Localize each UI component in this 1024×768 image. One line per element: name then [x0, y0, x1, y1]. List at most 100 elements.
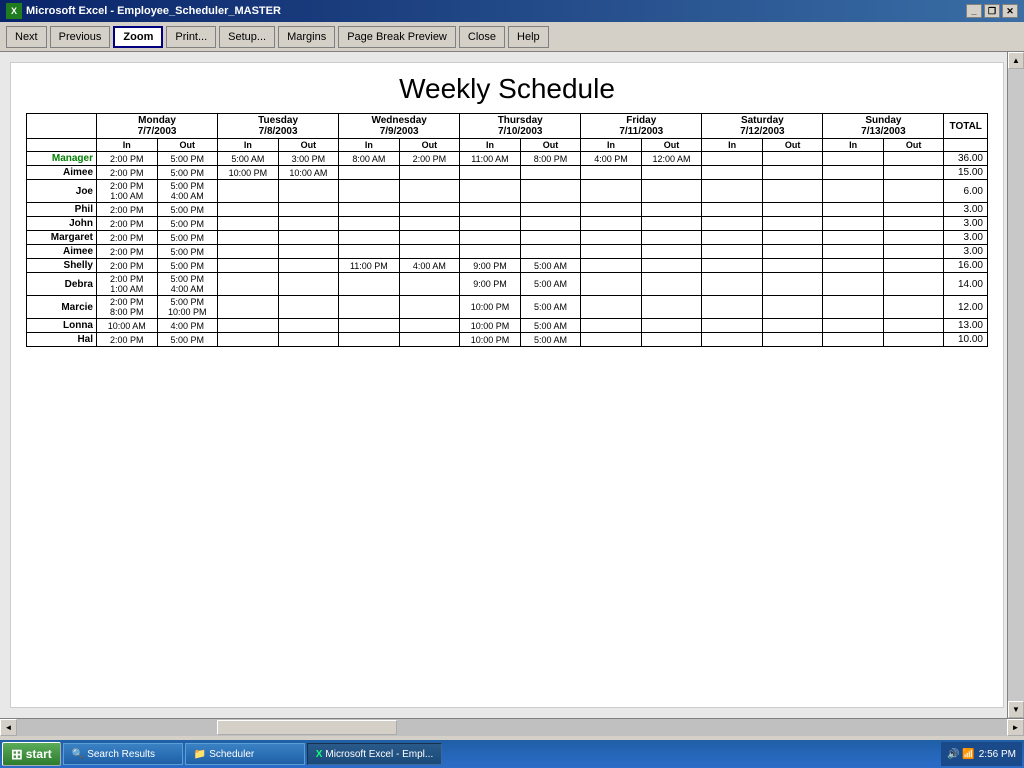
tue-out-header: Out — [278, 139, 339, 152]
schedule-out-cell — [883, 152, 944, 166]
schedule-in-cell — [702, 217, 763, 231]
schedule-in-cell — [218, 319, 279, 333]
scroll-down-button[interactable]: ▼ — [1008, 701, 1024, 718]
scroll-left-button[interactable]: ◄ — [0, 719, 17, 736]
schedule-in-cell — [823, 180, 884, 203]
schedule-out-cell — [641, 231, 702, 245]
schedule-title: Weekly Schedule — [26, 73, 988, 105]
employee-name: Marcie — [27, 296, 97, 319]
system-tray: 🔊 📶 2:56 PM — [941, 742, 1022, 766]
title-bar: X Microsoft Excel - Employee_Scheduler_M… — [0, 0, 1024, 22]
previous-button[interactable]: Previous — [50, 26, 111, 48]
print-button[interactable]: Print... — [166, 26, 216, 48]
excel-task[interactable]: X Microsoft Excel - Empl... — [307, 743, 442, 765]
scroll-track[interactable] — [1008, 69, 1024, 701]
schedule-in-cell — [581, 333, 642, 347]
schedule-out-cell — [278, 273, 339, 296]
schedule-in-cell — [218, 231, 279, 245]
help-button[interactable]: Help — [508, 26, 549, 48]
schedule-in-cell: 10:00 PM — [460, 333, 521, 347]
schedule-out-cell: 5:00 PM4:00 AM — [157, 180, 218, 203]
schedule-in-cell — [218, 203, 279, 217]
scheduler-task[interactable]: 📁 Scheduler — [185, 743, 305, 765]
total-cell: 15.00 — [944, 166, 988, 180]
schedule-out-cell: 3:00 PM — [278, 152, 339, 166]
schedule-out-cell — [883, 245, 944, 259]
schedule-in-cell — [339, 273, 400, 296]
schedule-out-cell — [278, 259, 339, 273]
scroll-up-button[interactable]: ▲ — [1008, 52, 1024, 69]
schedule-out-cell — [399, 180, 460, 203]
schedule-out-cell — [883, 333, 944, 347]
h-scroll-thumb[interactable] — [217, 720, 397, 735]
schedule-in-cell — [702, 231, 763, 245]
close-preview-button[interactable]: Close — [459, 26, 505, 48]
schedule-in-cell: 4:00 PM — [581, 152, 642, 166]
minimize-button[interactable]: _ — [966, 4, 982, 18]
schedule-out-cell — [762, 245, 823, 259]
total-cell: 3.00 — [944, 217, 988, 231]
schedule-in-cell: 10:00 PM — [218, 166, 279, 180]
schedule-in-cell: 2:00 PM1:00 AM — [97, 273, 158, 296]
window-close-button[interactable]: ✕ — [1002, 4, 1018, 18]
schedule-in-cell — [339, 166, 400, 180]
schedule-out-cell: 4:00 AM — [399, 259, 460, 273]
search-results-task[interactable]: 🔍 Search Results — [63, 743, 183, 765]
schedule-out-cell — [762, 152, 823, 166]
schedule-out-cell — [520, 166, 581, 180]
schedule-in-cell — [823, 166, 884, 180]
schedule-out-cell — [641, 217, 702, 231]
schedule-out-cell: 5:00 PM — [157, 166, 218, 180]
total-cell: 13.00 — [944, 319, 988, 333]
schedule-in-cell — [823, 245, 884, 259]
schedule-out-cell — [641, 166, 702, 180]
table-row: John2:00 PM5:00 PM3.00 — [27, 217, 988, 231]
schedule-in-cell: 11:00 PM — [339, 259, 400, 273]
next-button[interactable]: Next — [6, 26, 47, 48]
zoom-button[interactable]: Zoom — [113, 26, 163, 48]
schedule-out-cell — [762, 166, 823, 180]
start-button[interactable]: ⊞ start — [2, 742, 61, 766]
total-cell: 16.00 — [944, 259, 988, 273]
wednesday-header: Wednesday 7/9/2003 — [339, 114, 460, 139]
schedule-in-cell — [460, 166, 521, 180]
schedule-out-cell — [883, 180, 944, 203]
schedule-in-cell — [581, 166, 642, 180]
schedule-in-cell: 2:00 PM — [97, 203, 158, 217]
schedule-in-cell — [823, 273, 884, 296]
schedule-out-cell — [520, 180, 581, 203]
schedule-in-cell — [702, 152, 763, 166]
table-row: Marcie2:00 PM8:00 PM5:00 PM10:00 PM10:00… — [27, 296, 988, 319]
setup-button[interactable]: Setup... — [219, 26, 275, 48]
vertical-scrollbar[interactable]: ▲ ▼ — [1007, 52, 1024, 718]
schedule-out-cell — [399, 296, 460, 319]
schedule-in-cell — [581, 203, 642, 217]
margins-button[interactable]: Margins — [278, 26, 335, 48]
h-scroll-track[interactable] — [17, 719, 1007, 736]
schedule-in-cell: 2:00 PM — [97, 333, 158, 347]
schedule-out-cell: 5:00 PM — [157, 152, 218, 166]
schedule-in-cell — [823, 296, 884, 319]
employee-name: Hal — [27, 333, 97, 347]
schedule-in-cell — [702, 180, 763, 203]
schedule-in-cell — [460, 245, 521, 259]
schedule-out-cell — [883, 273, 944, 296]
horizontal-scrollbar[interactable]: ◄ ► — [0, 718, 1024, 735]
fri-in-header: In — [581, 139, 642, 152]
schedule-out-cell — [641, 245, 702, 259]
table-row: Manager2:00 PM5:00 PM5:00 AM3:00 PM8:00 … — [27, 152, 988, 166]
monday-header: Monday 7/7/2003 — [97, 114, 218, 139]
employee-name: Margaret — [27, 231, 97, 245]
main-area: ▲ ▼ Weekly Schedule Monday 7/7/2003 Tues… — [0, 52, 1024, 718]
restore-button[interactable]: ❐ — [984, 4, 1000, 18]
schedule-in-cell — [823, 231, 884, 245]
page-break-button[interactable]: Page Break Preview — [338, 26, 456, 48]
table-row: Hal2:00 PM5:00 PM10:00 PM5:00 AM10.00 — [27, 333, 988, 347]
schedule-in-cell — [702, 259, 763, 273]
schedule-in-cell: 10:00 AM — [97, 319, 158, 333]
schedule-out-cell — [278, 245, 339, 259]
thursday-header: Thursday 7/10/2003 — [460, 114, 581, 139]
clock: 2:56 PM — [979, 749, 1016, 760]
schedule-in-cell — [702, 203, 763, 217]
scroll-right-button[interactable]: ► — [1007, 719, 1024, 736]
